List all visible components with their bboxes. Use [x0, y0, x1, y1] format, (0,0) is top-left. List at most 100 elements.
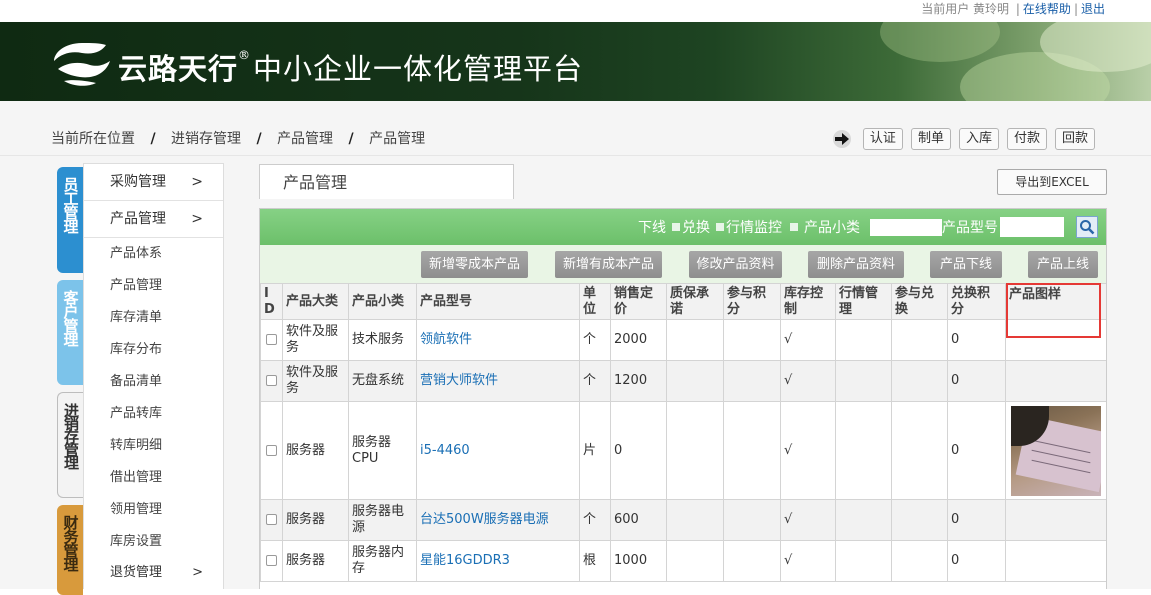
online-help-link[interactable]: 在线帮助	[1023, 2, 1071, 16]
cell-category: 软件及服务	[282, 319, 349, 361]
export-excel-button[interactable]: 导出到EXCEL	[997, 169, 1107, 195]
cell-subcategory: 技术服务	[348, 319, 417, 361]
col-market: 行情管理	[835, 283, 892, 320]
sidebar-item-product-system[interactable]: 产品体系	[84, 238, 223, 270]
filter-subcat-label: 产品小类	[804, 220, 860, 236]
cell-category: 软件及服务	[282, 360, 349, 402]
cell-model[interactable]: 星能16GDDR3	[416, 540, 580, 582]
delete-product-button[interactable]: 删除产品资料	[808, 251, 904, 278]
filter-offline[interactable]: 下线	[638, 217, 666, 237]
certify-button[interactable]: 认证	[862, 128, 903, 150]
product-image[interactable]	[1011, 405, 1101, 496]
sidebar-item-inventory-list[interactable]: 库存清单	[84, 302, 223, 334]
create-order-button[interactable]: 制单	[910, 128, 951, 150]
row-checkbox[interactable]	[266, 514, 277, 525]
cell-model[interactable]: i5-4460	[416, 401, 580, 500]
table-row[interactable]: 服务器 服务器内存 星能16GDDR3 根 1000 √ 0	[260, 540, 1106, 582]
row-checkbox[interactable]	[266, 444, 277, 456]
cell-stock-control: √	[780, 540, 836, 582]
action-toolbar: 新增零成本产品 新增有成本产品 修改产品资料 删除产品资料 产品下线 产品上线	[260, 245, 1106, 283]
row-checkbox	[260, 540, 283, 582]
cell-unit: 个	[579, 319, 611, 361]
add-cost-product-button[interactable]: 新增有成本产品	[555, 251, 662, 278]
breadcrumb-item[interactable]: 产品管理	[277, 131, 333, 147]
subcat-input[interactable]	[870, 218, 942, 236]
row-checkbox[interactable]	[266, 334, 277, 345]
cell-model[interactable]: 台达500W服务器电源	[416, 499, 580, 541]
col-price: 销售定价	[610, 283, 667, 320]
search-button[interactable]	[1076, 216, 1098, 238]
sidebar-item-requisition[interactable]: 领用管理	[84, 494, 223, 526]
cell-exchange	[891, 540, 948, 582]
table-row[interactable]: 软件及服务 技术服务 领航软件个 2000 √ 0	[260, 319, 1106, 361]
chevron-right-icon: >	[191, 174, 203, 190]
search-icon	[1080, 220, 1095, 235]
col-stock-control: 库存控制	[780, 283, 836, 320]
table-row[interactable]: 服务器 服务器电源 台达500W服务器电源个 600 √ 0	[260, 499, 1106, 541]
cell-unit: 片	[579, 401, 611, 500]
sidebar-item-warehouse-settings[interactable]: 库房设置	[84, 526, 223, 558]
cell-points	[723, 499, 781, 541]
sidebar-group-purchasing[interactable]: 采购管理 >	[84, 164, 223, 201]
add-zero-cost-product-button[interactable]: 新增零成本产品	[421, 251, 528, 278]
user-bar: 当前用户 黄玲明 | 在线帮助 | 退出	[0, 0, 1151, 22]
row-checkbox	[260, 499, 283, 541]
sidebar-item-inventory-distribution[interactable]: 库存分布	[84, 334, 223, 366]
stock-in-button[interactable]: 入库	[958, 128, 999, 150]
cell-warranty	[666, 319, 724, 361]
cell-price: 1200	[610, 360, 667, 402]
sidebar-item-spare-parts[interactable]: 备品清单	[84, 366, 223, 398]
cell-exchange	[891, 360, 948, 402]
tab-customer-management[interactable]: 客户管理	[57, 280, 83, 385]
cell-unit: 个	[579, 360, 611, 402]
cell-model[interactable]: 营销大师软件	[416, 360, 580, 402]
cell-points	[723, 401, 781, 500]
row-checkbox	[260, 360, 283, 402]
sidebar-item-returns[interactable]: 退货管理 >	[84, 558, 223, 584]
payment-button[interactable]: 付款	[1006, 128, 1047, 150]
breadcrumb-item[interactable]: 进销存管理	[171, 131, 241, 147]
sidebar-group-product[interactable]: 产品管理 >	[84, 201, 223, 238]
cell-warranty	[666, 360, 724, 402]
product-offline-button[interactable]: 产品下线	[930, 251, 1002, 278]
product-online-button[interactable]: 产品上线	[1028, 251, 1098, 278]
row-checkbox	[260, 319, 283, 361]
breadcrumb-item: 产品管理	[369, 131, 426, 147]
cell-exchange	[891, 499, 948, 541]
row-checkbox[interactable]	[266, 375, 277, 386]
cell-points	[723, 360, 781, 402]
table-row[interactable]: 服务器 服务器CPU i5-4460 片 0 √ 0	[260, 401, 1106, 500]
separator: |	[1015, 2, 1020, 16]
header-banner: 云路天行®中小企业一体化管理平台	[0, 22, 1151, 101]
tab-finance-management[interactable]: 财务管理	[57, 505, 83, 595]
receipt-button[interactable]: 回款	[1054, 128, 1095, 150]
cell-stock-control: √	[780, 319, 836, 361]
sidebar-item-product-management[interactable]: 产品管理	[84, 270, 223, 302]
col-exchange: 参与兑换	[891, 283, 948, 320]
cell-warranty	[666, 401, 724, 500]
subcat-checkbox[interactable]	[790, 223, 798, 231]
edit-product-button[interactable]: 修改产品资料	[689, 251, 782, 278]
tab-inventory-management[interactable]: 进销存管理	[57, 392, 83, 498]
model-input[interactable]	[1000, 217, 1064, 237]
logout-link[interactable]: 退出	[1081, 2, 1105, 16]
exchange-checkbox[interactable]	[672, 223, 680, 231]
col-subcategory: 产品小类	[348, 283, 417, 320]
sidebar-item-lending[interactable]: 借出管理	[84, 462, 223, 494]
monitor-checkbox[interactable]	[716, 223, 724, 231]
sidebar-item-transfer-detail[interactable]: 转库明细	[84, 430, 223, 462]
sidebar-item-product-transfer[interactable]: 产品转库	[84, 398, 223, 430]
cell-category: 服务器	[282, 499, 349, 541]
cell-exchange-points: 0	[947, 499, 1006, 541]
filter-exchange-label: 兑换	[682, 220, 710, 236]
col-points: 参与积分	[723, 283, 781, 320]
tab-employee-management[interactable]: 员工管理	[57, 167, 83, 273]
col-id: ID	[260, 283, 283, 320]
cell-subcategory: 服务器内存	[348, 540, 417, 582]
quick-actions: 认证 制单 入库 付款 回款	[832, 128, 1095, 150]
chevron-right-icon: >	[192, 565, 203, 580]
cell-model[interactable]: 领航软件	[416, 319, 580, 361]
product-table: ID 产品大类 产品小类 产品型号 单位 销售定价 质保承诺 参与积分 库存控制…	[260, 283, 1106, 582]
row-checkbox[interactable]	[266, 555, 277, 566]
table-row[interactable]: 软件及服务 无盘系统 营销大师软件个 1200 √ 0	[260, 360, 1106, 402]
